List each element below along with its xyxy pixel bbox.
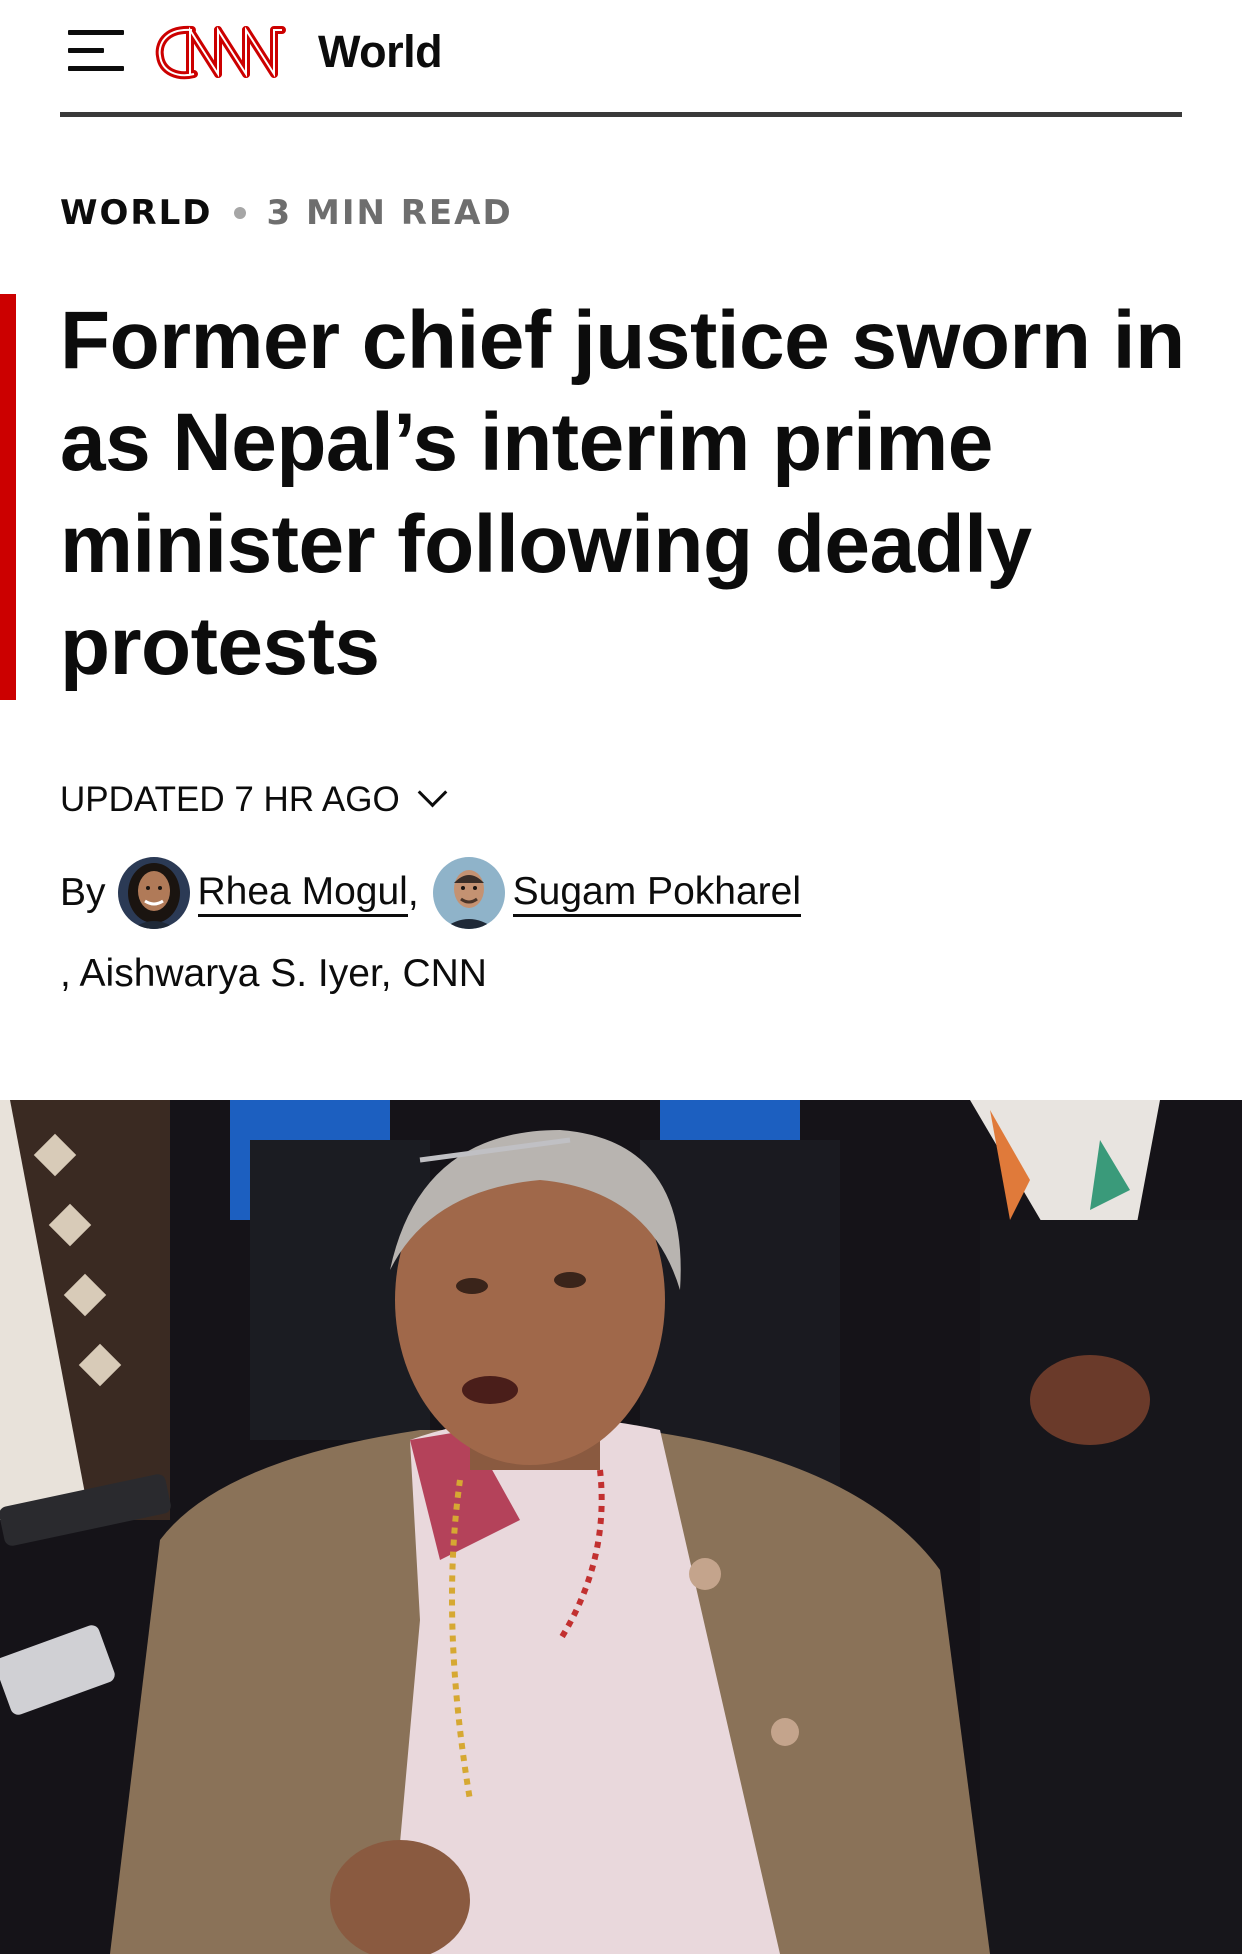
read-time: 3 MIN READ	[266, 193, 513, 233]
chevron-down-icon[interactable]	[417, 777, 448, 807]
byline-prefix: By	[60, 871, 106, 914]
header-divider	[60, 112, 1182, 117]
cnn-logo[interactable]	[152, 18, 296, 86]
separator-dot	[234, 207, 247, 219]
author-avatar[interactable]	[432, 857, 505, 929]
article-page: World WORLD 3 MIN READ Former chief just…	[0, 0, 1242, 1954]
byline-separator: ,	[407, 871, 419, 914]
byline: By Rhea Mogul , Sugam Pokharel	[60, 855, 801, 931]
hamburger-menu-icon[interactable]	[68, 30, 124, 72]
article-headline: Former chief justice sworn in as Nepal’s…	[60, 295, 1185, 692]
byline-contributors: , Aishwarya S. Iyer, CNN	[60, 952, 487, 995]
timestamp-label: UPDATED 7 HR AGO	[60, 780, 400, 819]
author-avatar[interactable]	[117, 857, 190, 929]
headline-accent-bar	[0, 294, 16, 700]
section-label[interactable]: WORLD	[60, 193, 212, 233]
author-link[interactable]: Rhea Mogul	[197, 870, 408, 917]
top-nav: World	[60, 0, 1182, 120]
section-title[interactable]: World	[318, 26, 443, 78]
author-link[interactable]: Sugam Pokharel	[512, 870, 801, 917]
hero-photo[interactable]	[0, 1100, 1242, 1954]
updated-timestamp[interactable]: UPDATED 7 HR AGO	[60, 777, 448, 822]
article-kicker: WORLD 3 MIN READ	[60, 190, 513, 236]
